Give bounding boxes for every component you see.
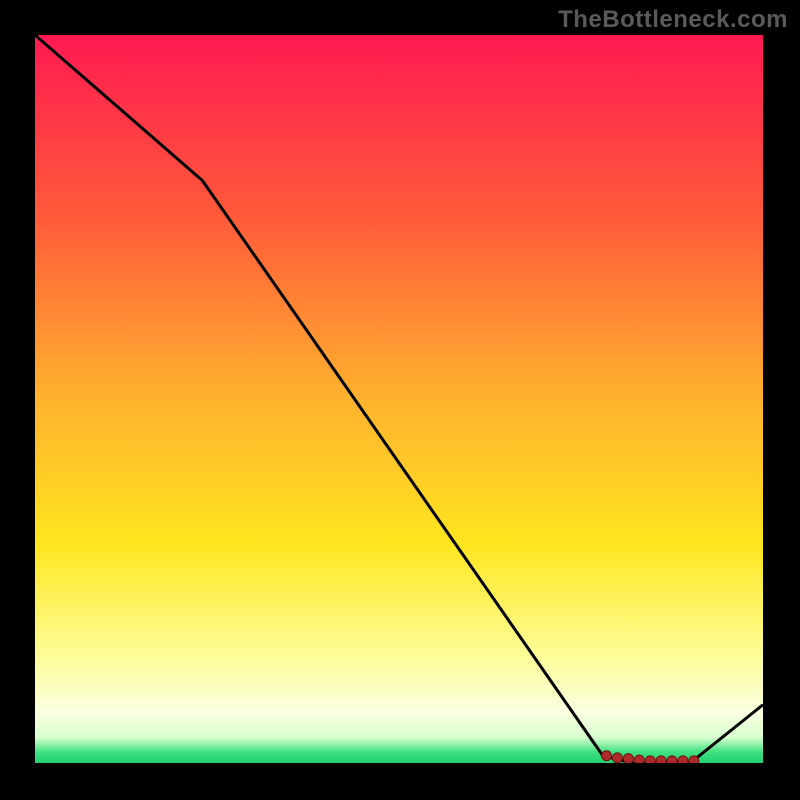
gradient-background <box>35 35 763 763</box>
chart-svg <box>35 35 763 763</box>
data-marker <box>645 756 655 763</box>
watermark-text: TheBottleneck.com <box>558 6 788 34</box>
chart-container: TheBottleneck.com <box>0 0 800 800</box>
data-marker <box>689 756 699 763</box>
plot-frame <box>35 35 763 763</box>
data-marker <box>667 756 677 763</box>
plot-area <box>35 35 763 763</box>
data-marker <box>656 756 666 763</box>
data-marker <box>612 753 622 763</box>
data-marker <box>623 754 633 763</box>
data-marker <box>634 755 644 763</box>
data-marker <box>601 751 611 761</box>
data-marker <box>678 756 688 763</box>
